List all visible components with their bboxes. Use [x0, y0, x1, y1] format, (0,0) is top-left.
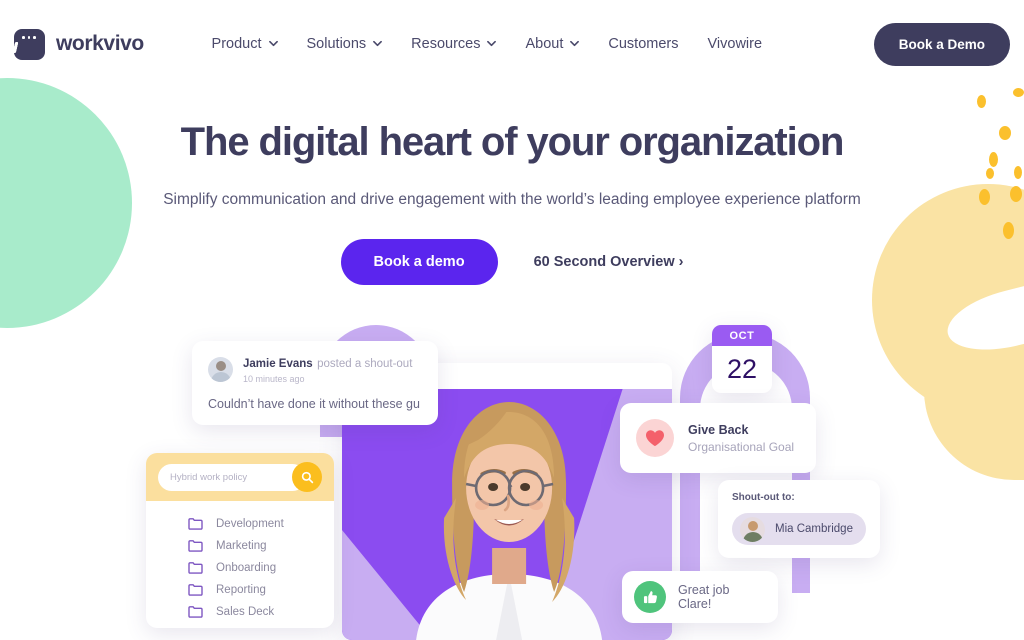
shoutout-to-label: Shout-out to: — [732, 492, 795, 503]
folder-icon — [188, 584, 203, 596]
praise-message: Great job Clare! — [678, 583, 730, 611]
site-header: workvivo Product Solutions Resources Abo… — [0, 0, 1024, 88]
shoutout-action: posted a shout-out — [317, 358, 413, 370]
shoutout-author: Jamie Evans — [243, 358, 313, 370]
search-input[interactable]: Hybrid work policy — [158, 463, 306, 491]
shoutout-timestamp: 10 minutes ago — [243, 374, 305, 384]
book-a-demo-button[interactable]: Book a demo — [340, 239, 498, 285]
list-item[interactable]: Development — [188, 517, 334, 530]
confetti-dot — [977, 95, 986, 108]
chevron-down-icon — [570, 39, 580, 48]
list-item[interactable]: Sales Deck — [188, 605, 334, 618]
nav-item-resources[interactable]: Resources — [411, 36, 497, 52]
nav-item-about[interactable]: About — [525, 36, 580, 52]
chevron-down-icon — [487, 39, 497, 48]
folder-icon — [188, 518, 203, 530]
thumbs-up-icon — [643, 590, 657, 603]
calendar-day-area: 22 — [712, 346, 772, 393]
folder-label: Onboarding — [216, 561, 277, 574]
thumbs-up-icon-badge — [634, 581, 666, 613]
heart-icon-badge — [636, 419, 674, 457]
chevron-down-icon — [268, 39, 278, 48]
nav-item-product[interactable]: Product — [212, 36, 278, 52]
goal-subtitle: Organisational Goal — [688, 439, 795, 454]
list-item[interactable]: Reporting — [188, 583, 334, 596]
nav-item-customers[interactable]: Customers — [608, 36, 678, 52]
chevron-down-icon — [373, 39, 383, 48]
folder-icon — [188, 606, 203, 618]
search-placeholder: Hybrid work policy — [170, 471, 248, 483]
smiling-woman-portrait — [416, 402, 603, 640]
hero-cta-row: Book a demo 60 Second Overview › — [0, 239, 1024, 285]
nav-item-label: Resources — [411, 36, 481, 52]
nav-item-label: Vivowire — [707, 36, 763, 52]
page-title: The digital heart of your organization — [180, 120, 845, 164]
nav-item-vivowire[interactable]: Vivowire — [708, 36, 763, 52]
shoutout-post-card: Jamie Evans posted a shout-out 10 minute… — [192, 341, 438, 425]
hero-section: The digital heart of your organization S… — [0, 120, 1024, 285]
nav-item-label: Solutions — [306, 36, 367, 52]
search-icon — [301, 471, 313, 483]
sixty-second-overview-link[interactable]: 60 Second Overview › — [534, 254, 684, 270]
recipient-chip[interactable]: Mia Cambridge — [732, 513, 866, 545]
folder-label: Development — [216, 517, 284, 530]
main-navigation: Product Solutions Resources About Custom… — [212, 36, 763, 52]
heart-icon — [646, 430, 664, 447]
goal-title: Give Back — [688, 422, 749, 437]
nav-item-solutions[interactable]: Solutions — [307, 36, 383, 52]
folder-icon — [188, 562, 203, 574]
list-item[interactable]: Marketing — [188, 539, 334, 552]
workvivo-logo-icon — [12, 28, 45, 60]
folder-label: Marketing — [216, 539, 267, 552]
list-item[interactable]: Onboarding — [188, 561, 334, 574]
folder-list: Development Marketing Onboarding Reporti… — [146, 501, 334, 618]
document-search-card: Hybrid work policy Development Marketing… — [146, 453, 334, 628]
nav-item-label: Product — [211, 36, 262, 52]
folder-label: Reporting — [216, 583, 266, 596]
shoutout-recipient-card: Shout-out to: Mia Cambridge — [718, 480, 880, 558]
shoutout-card-header: Jamie Evans posted a shout-out 10 minute… — [208, 354, 422, 384]
calendar-month-header: OCT — [712, 325, 772, 346]
praise-card: Great job Clare! — [622, 571, 778, 623]
nav-item-label: About — [525, 36, 564, 52]
calendar-widget[interactable]: OCT 22 — [712, 325, 772, 393]
calendar-day: 22 — [726, 354, 758, 384]
shoutout-meta: Jamie Evans posted a shout-out — [243, 354, 412, 372]
confetti-dot — [1013, 88, 1024, 97]
organisational-goal-card[interactable]: Give Back Organisational Goal — [620, 403, 816, 473]
product-showcase: Jamie Evans posted a shout-out 10 minute… — [0, 305, 1024, 640]
search-bar-area: Hybrid work policy — [146, 453, 334, 501]
folder-icon — [188, 540, 203, 552]
search-button[interactable] — [292, 462, 322, 492]
user-avatar — [208, 356, 233, 382]
purple-arc-cutout — [700, 363, 792, 593]
user-avatar — [740, 516, 765, 542]
shoutout-body-text: Couldn’t have done it without these gu — [208, 397, 420, 411]
nav-item-label: Customers — [608, 36, 679, 52]
brand-name: workvivo — [56, 32, 144, 55]
brand-logo[interactable]: workvivo — [12, 28, 144, 60]
hero-subtitle: Simplify communication and drive engagem… — [163, 191, 861, 208]
folder-label: Sales Deck — [216, 605, 275, 618]
recipient-name: Mia Cambridge — [775, 523, 853, 535]
book-a-demo-header-button[interactable]: Book a Demo — [873, 22, 1010, 66]
calendar-month: OCT — [729, 329, 755, 342]
